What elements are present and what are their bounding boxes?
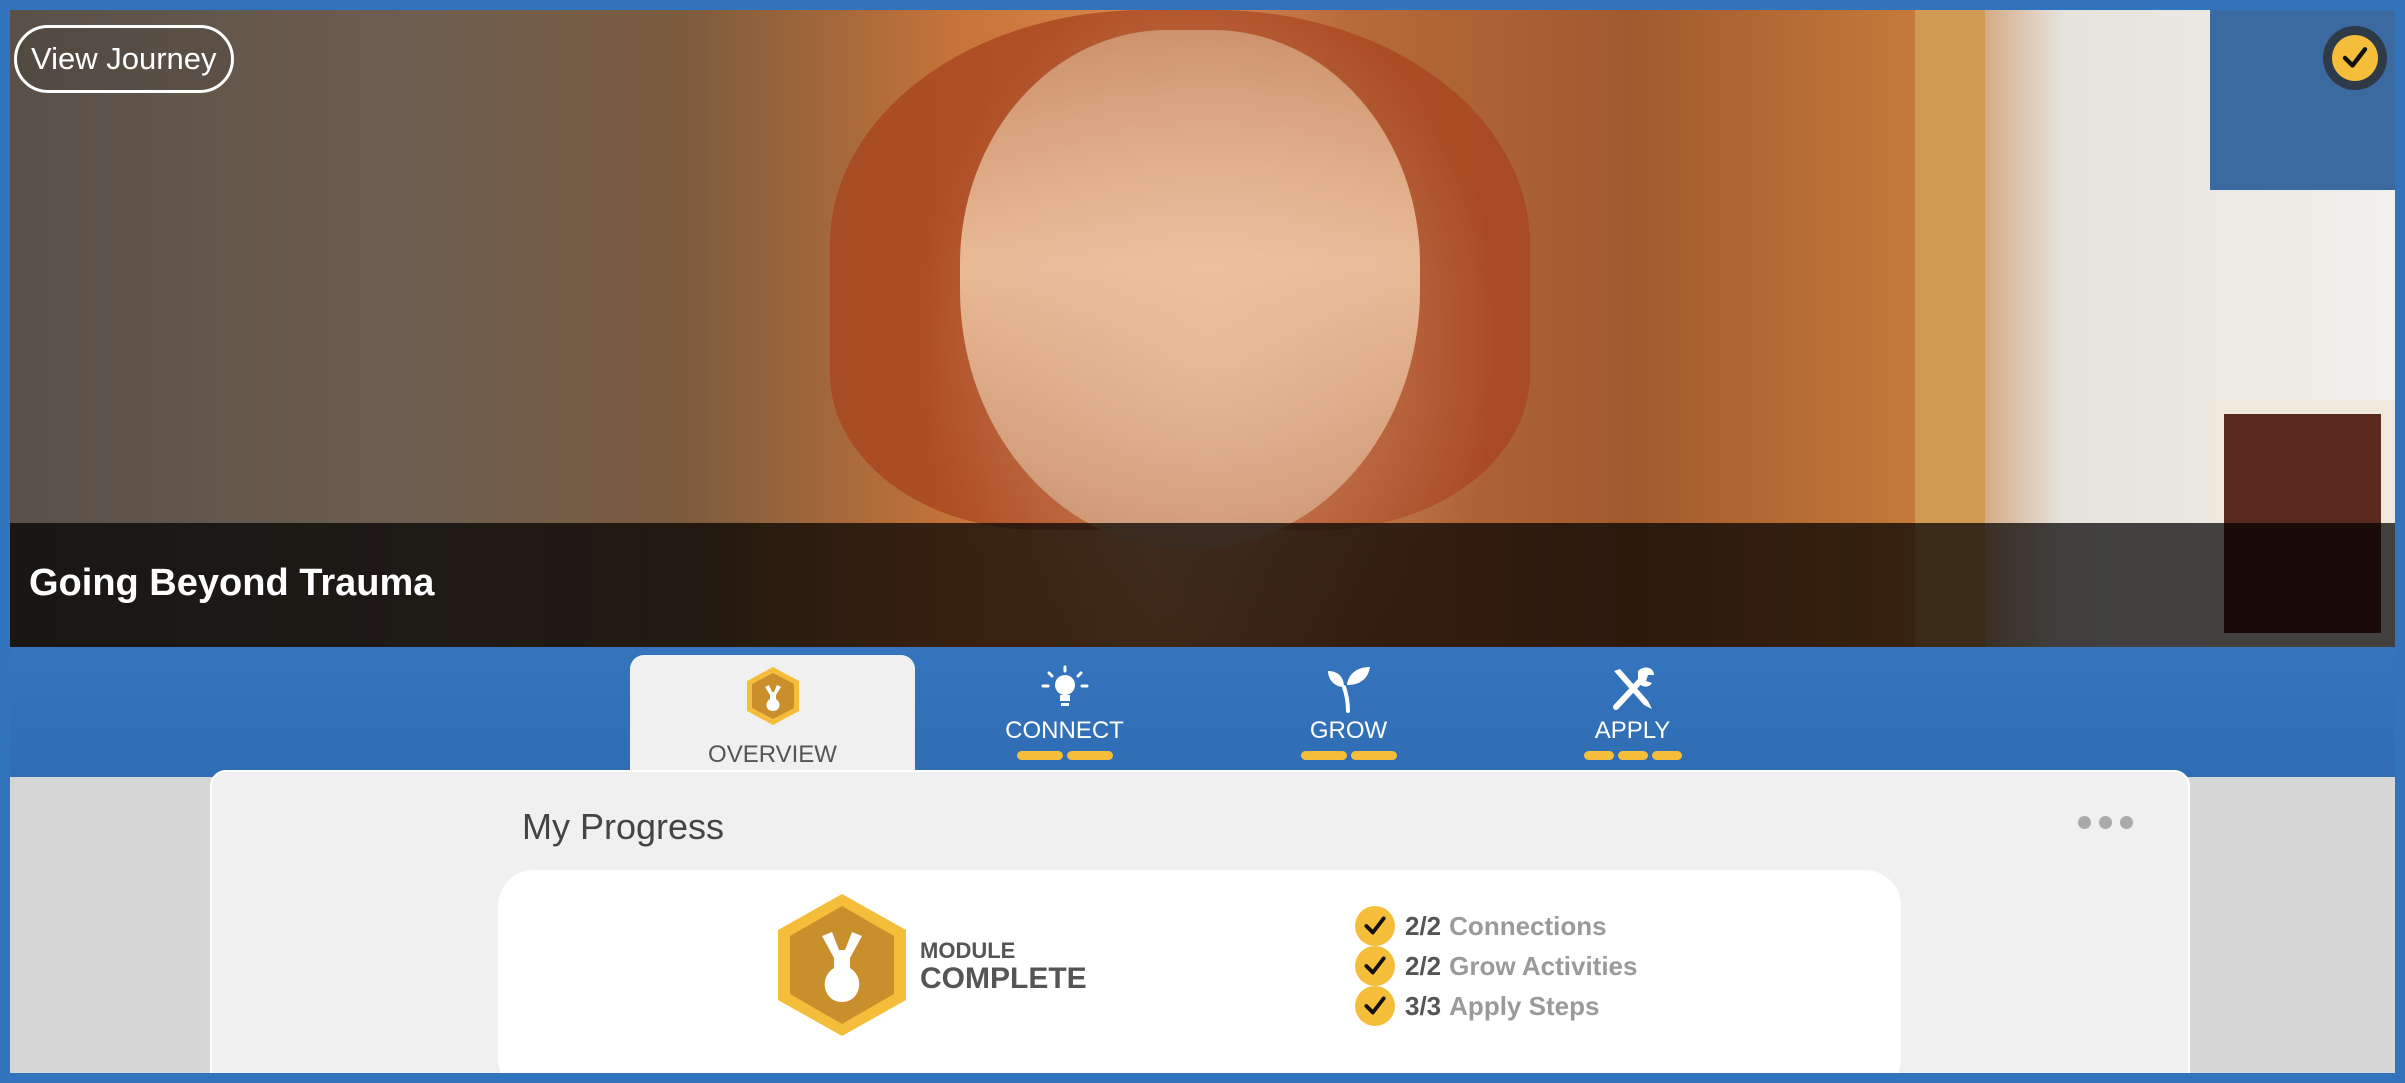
app-frame: Going Beyond Trauma View Journey OVERVIE… (0, 0, 2405, 1083)
more-dots-icon[interactable] (2078, 816, 2133, 829)
stat-connections: 2/2 Connections (1355, 906, 1607, 946)
stat-grow-activities: 2/2 Grow Activities (1355, 946, 1637, 986)
tab-grow-progress (1300, 751, 1397, 760)
tab-connect-label: CONNECT (1005, 717, 1124, 744)
module-hex-icon (746, 667, 799, 725)
module-status-line2: COMPLETE (920, 962, 1087, 995)
view-journey-button[interactable]: View Journey (14, 25, 234, 93)
stat-count: 2/2 (1405, 950, 1442, 981)
check-icon (1355, 906, 1395, 946)
module-complete-badge-icon (778, 894, 906, 1036)
tab-apply-progress (1583, 751, 1682, 760)
check-icon (1355, 946, 1395, 986)
tab-grow[interactable]: GROW (1206, 655, 1491, 777)
tab-apply[interactable]: APPLY (1490, 655, 1775, 777)
progress-title: My Progress (522, 806, 725, 847)
progress-summary-panel (498, 870, 1901, 1073)
tab-connect[interactable]: CONNECT (922, 655, 1207, 777)
stat-label: Apply Steps (1449, 990, 1600, 1021)
check-icon (2342, 47, 2368, 68)
module-title: Going Beyond Trauma (29, 562, 435, 604)
lightbulb-icon (1041, 665, 1088, 706)
sprout-icon (1327, 667, 1370, 713)
stat-apply-steps: 3/3 Apply Steps (1355, 986, 1599, 1026)
stat-label: Connections (1449, 910, 1607, 941)
stat-count: 3/3 (1405, 990, 1442, 1021)
module-hero: Going Beyond Trauma View Journey (10, 10, 2395, 647)
check-icon (1355, 986, 1395, 1026)
tab-overview-label: OVERVIEW (708, 741, 837, 768)
module-status-line1: MODULE (920, 938, 1016, 963)
module-tab-bar: OVERVIEW CONNECT GROW APPLY (10, 647, 2395, 777)
tab-overview[interactable]: OVERVIEW (630, 655, 915, 777)
stat-label: Grow Activities (1449, 950, 1638, 981)
stat-count: 2/2 (1405, 910, 1442, 941)
tab-grow-label: GROW (1309, 717, 1388, 744)
tab-apply-label: APPLY (1594, 717, 1671, 744)
tools-icon (1612, 667, 1654, 710)
tab-connect-progress (1016, 751, 1113, 760)
completed-badge (2323, 26, 2387, 90)
